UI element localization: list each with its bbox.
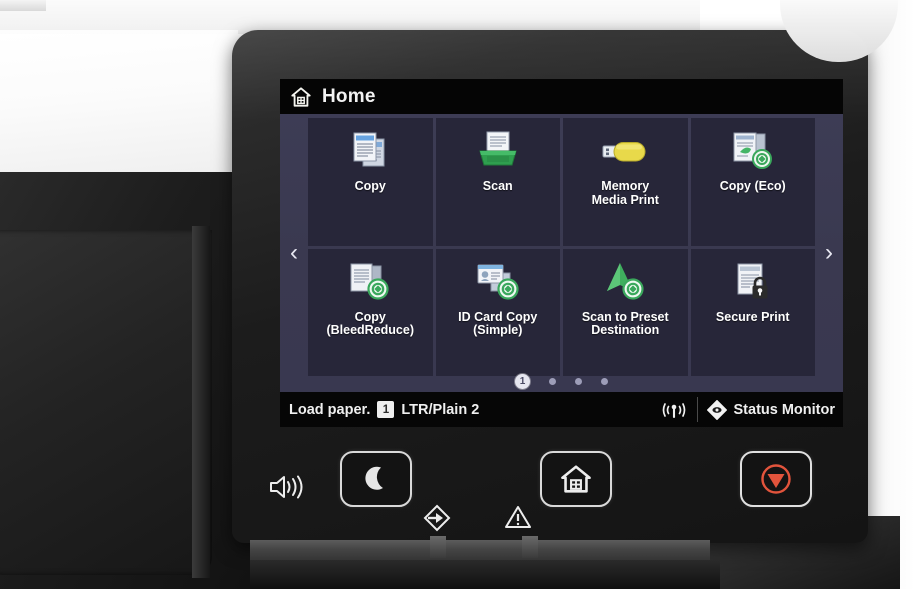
status-message-group: Load paper. 1 LTR/Plain 2	[280, 401, 479, 418]
page-dot[interactable]	[549, 378, 556, 385]
tile-label: Copy	[354, 179, 386, 193]
home-house-icon	[560, 464, 592, 494]
tile-label: Memory Media Print	[591, 179, 659, 207]
tile-label: ID Card Copy (Simple)	[458, 309, 538, 337]
page-title: Home	[322, 85, 376, 107]
tile-label: Copy (BleedReduce)	[326, 309, 415, 337]
touchscreen-display[interactable]: Home ‹ Copy Scan Memory Media Print Copy…	[280, 79, 843, 427]
page-dot[interactable]	[575, 378, 582, 385]
speaker-volume-icon	[268, 472, 304, 502]
paper-info: LTR/Plain 2	[401, 401, 480, 418]
home-icon	[290, 86, 312, 108]
status-monitor-button[interactable]: Status Monitor	[698, 399, 844, 420]
tile-scan-to-preset-destination[interactable]: Scan to Preset Destination	[563, 248, 688, 376]
next-page-arrow[interactable]: ›	[815, 114, 843, 392]
status-message: Load paper.	[289, 401, 371, 418]
tile-copy-eco[interactable]: Copy (Eco)	[690, 118, 815, 246]
printer-paper-tray[interactable]	[0, 230, 212, 575]
app-tile-grid: Copy Scan Memory Media Print Copy (Eco) …	[308, 114, 815, 392]
home-tile-area: ‹ Copy Scan Memory Media Print Copy (Eco…	[280, 114, 843, 392]
tile-label: Scan to Preset Destination	[581, 309, 669, 337]
printer-right-side	[862, 0, 915, 589]
prev-page-arrow[interactable]: ‹	[280, 114, 308, 392]
printer-face	[0, 34, 246, 176]
warning-triangle-icon	[504, 504, 532, 532]
paper-tray-badge: 1	[377, 401, 395, 418]
control-panel: Home ‹ Copy Scan Memory Media Print Copy…	[232, 0, 898, 543]
tile-label: Scan	[482, 179, 513, 193]
scan-tray-icon	[467, 126, 529, 178]
screenshot-root: Home ‹ Copy Scan Memory Media Print Copy…	[0, 0, 915, 589]
screen-titlebar: Home	[280, 79, 843, 114]
tile-copy[interactable]: Copy	[308, 118, 433, 246]
copy-eco-doc-icon	[339, 257, 401, 309]
id-card-eco-icon	[467, 257, 529, 309]
tile-label: Copy (Eco)	[719, 179, 786, 193]
page-dot-active[interactable]: 1	[515, 374, 530, 389]
status-bar: Load paper. 1 LTR/Plain 2 Status Monitor	[280, 392, 843, 427]
status-monitor-label: Status Monitor	[733, 401, 836, 418]
stop-circle-icon	[760, 463, 792, 495]
document-lock-icon	[722, 257, 784, 309]
status-monitor-diamond-icon	[706, 399, 727, 420]
printer-tray-edge	[192, 226, 210, 578]
page-indicator: 1	[280, 374, 843, 389]
tile-secure-print[interactable]: Secure Print	[690, 248, 815, 376]
copy-eco-icon	[722, 126, 784, 178]
home-button[interactable]	[540, 451, 612, 507]
stop-button[interactable]	[740, 451, 812, 507]
panel-bottom-shadow	[250, 560, 720, 589]
tile-scan[interactable]: Scan	[435, 118, 560, 246]
tile-id-card-copy[interactable]: ID Card Copy (Simple)	[435, 248, 560, 376]
usb-drive-icon	[594, 126, 656, 178]
tile-label: Secure Print	[715, 309, 790, 324]
printer-top-lip	[0, 0, 46, 11]
data-arrow-icon	[422, 503, 452, 533]
scan-arrow-eco-icon	[594, 257, 656, 309]
energy-saver-button[interactable]	[340, 451, 412, 507]
tile-memory-media-print[interactable]: Memory Media Print	[563, 118, 688, 246]
wifi-signal-icon[interactable]	[661, 400, 687, 420]
crescent-moon-icon	[362, 464, 390, 494]
page-dot[interactable]	[601, 378, 608, 385]
copy-documents-icon	[339, 126, 401, 178]
tile-copy-bleedreduce[interactable]: Copy (BleedReduce)	[308, 248, 433, 376]
